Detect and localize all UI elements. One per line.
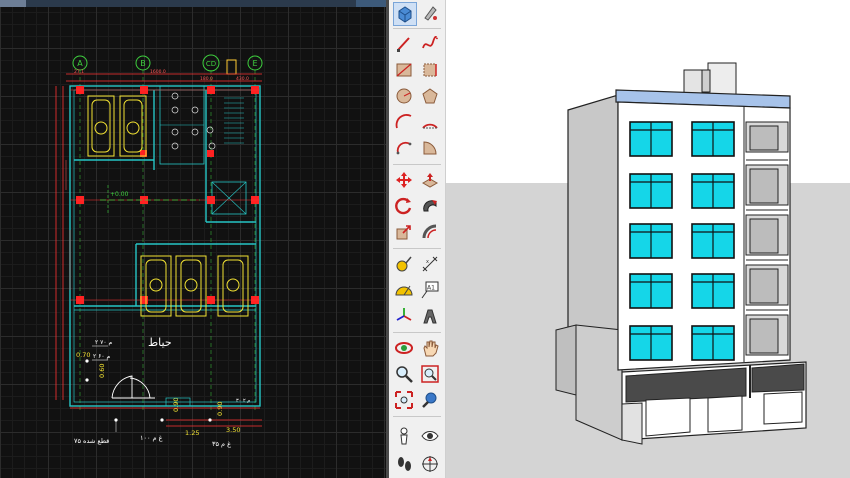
bottom-dimensions <box>70 407 262 427</box>
entrance-opening <box>751 363 805 393</box>
orbit-icon[interactable] <box>393 337 415 359</box>
svg-text:A1: A1 <box>427 285 435 292</box>
3d-text-icon[interactable] <box>419 305 441 327</box>
follow-me-icon[interactable] <box>419 195 441 217</box>
component-tool-icon[interactable] <box>393 2 417 26</box>
circle-tool-icon[interactable] <box>393 85 415 107</box>
svg-text:غ م ۳۵: غ م ۳۵ <box>212 440 231 448</box>
svg-text:0.90: 0.90 <box>172 398 180 412</box>
autocad-viewport[interactable]: A B CD E 27.1 1600.0 180.0 430.0 +0.00 ح… <box>0 0 388 478</box>
tape-measure-icon[interactable] <box>393 253 415 275</box>
text-tool-icon[interactable]: A1 <box>419 279 441 301</box>
svg-text:غ م ۱۰۰: غ م ۱۰۰ <box>140 434 163 442</box>
axis-lines <box>70 89 260 301</box>
svg-text:قطع شده ۷۵: قطع شده ۷۵ <box>74 437 109 445</box>
columns <box>76 86 259 304</box>
svg-text:1.25: 1.25 <box>185 429 199 437</box>
offset-tool-icon[interactable] <box>419 221 441 243</box>
rectangle-tool-icon[interactable] <box>393 59 415 81</box>
walk-icon[interactable] <box>393 453 415 475</box>
rotate-tool-icon[interactable] <box>393 195 415 217</box>
entrance-door <box>763 391 803 425</box>
floor-plan-drawing: A B CD E 27.1 1600.0 180.0 430.0 +0.00 ح… <box>55 54 263 448</box>
move-tool-icon[interactable] <box>393 169 415 191</box>
three-point-arc-icon[interactable] <box>393 137 415 159</box>
zoom-icon[interactable] <box>393 363 415 385</box>
svg-text:0.70: 0.70 <box>76 351 90 359</box>
garage-gate-left <box>645 397 691 437</box>
svg-text:180.0: 180.0 <box>200 76 213 82</box>
svg-text:x: x <box>426 259 429 265</box>
zoom-extents-icon[interactable] <box>393 389 415 411</box>
svg-text:3.50: 3.50 <box>226 426 240 434</box>
parking-cars-top <box>87 95 147 157</box>
staircase <box>211 97 247 215</box>
svg-text:0.60: 0.60 <box>98 364 106 378</box>
look-around-icon[interactable] <box>419 425 441 447</box>
svg-text:0.90: 0.90 <box>216 402 224 416</box>
svg-text:27.1: 27.1 <box>74 69 84 75</box>
svg-text:430.0: 430.0 <box>236 76 249 82</box>
two-point-arc-icon[interactable] <box>419 111 441 133</box>
lower-side-block <box>575 324 623 441</box>
yard-label: حیاط <box>148 336 172 349</box>
side-wing <box>555 324 577 396</box>
garage-gate-right <box>707 395 743 433</box>
zoom-window-icon[interactable] <box>419 363 441 385</box>
sketchup-viewport[interactable] <box>446 0 850 478</box>
scale-tool-icon[interactable] <box>393 221 415 243</box>
pan-icon[interactable] <box>419 337 441 359</box>
elevation-marker: +0.00 <box>100 185 200 215</box>
gates <box>111 375 155 399</box>
svg-text:۲ م ۷۰: ۲ م ۷۰ <box>95 339 113 346</box>
rotated-rectangle-icon[interactable] <box>419 59 441 81</box>
dimension-tool-icon[interactable]: x <box>419 253 441 275</box>
axes-tool-icon[interactable] <box>393 305 415 327</box>
small-dimensions: 0.70 0.60 0.90 1.25 0.90 3.50 <box>76 351 240 437</box>
sketchup-large-toolset: x A1 <box>389 0 446 478</box>
section-plane-icon[interactable] <box>419 453 441 475</box>
grid-label-cd: CD <box>206 60 216 68</box>
bottom-labels: قطع شده ۷۵ غ م ۱۰۰ غ م ۳۵ <box>74 418 231 448</box>
grid-label-b: B <box>140 59 146 68</box>
paint-bucket-icon[interactable] <box>419 2 441 24</box>
grid-label-e: E <box>252 59 257 68</box>
elevation-label: +0.00 <box>110 191 129 198</box>
fixtures <box>171 92 216 150</box>
arc-tool-icon[interactable] <box>393 111 415 133</box>
push-pull-icon[interactable] <box>419 169 441 191</box>
grid-label-a: A <box>77 59 83 68</box>
building-3d-model <box>446 0 850 478</box>
previous-view-icon[interactable] <box>419 389 441 411</box>
position-camera-icon[interactable] <box>393 425 415 447</box>
svg-text:۲ م ۶۰: ۲ م ۶۰ <box>93 353 111 360</box>
pie-tool-icon[interactable] <box>419 137 441 159</box>
freehand-tool-icon[interactable] <box>419 33 441 55</box>
parking-note: ۳۰ م ۲ <box>236 398 250 404</box>
line-tool-icon[interactable] <box>393 33 415 55</box>
svg-text:1600.0: 1600.0 <box>150 69 166 75</box>
parking-cars-bottom <box>140 255 249 317</box>
protractor-icon[interactable] <box>393 279 415 301</box>
roof-elevator-room <box>707 62 737 96</box>
polygon-tool-icon[interactable] <box>419 85 441 107</box>
